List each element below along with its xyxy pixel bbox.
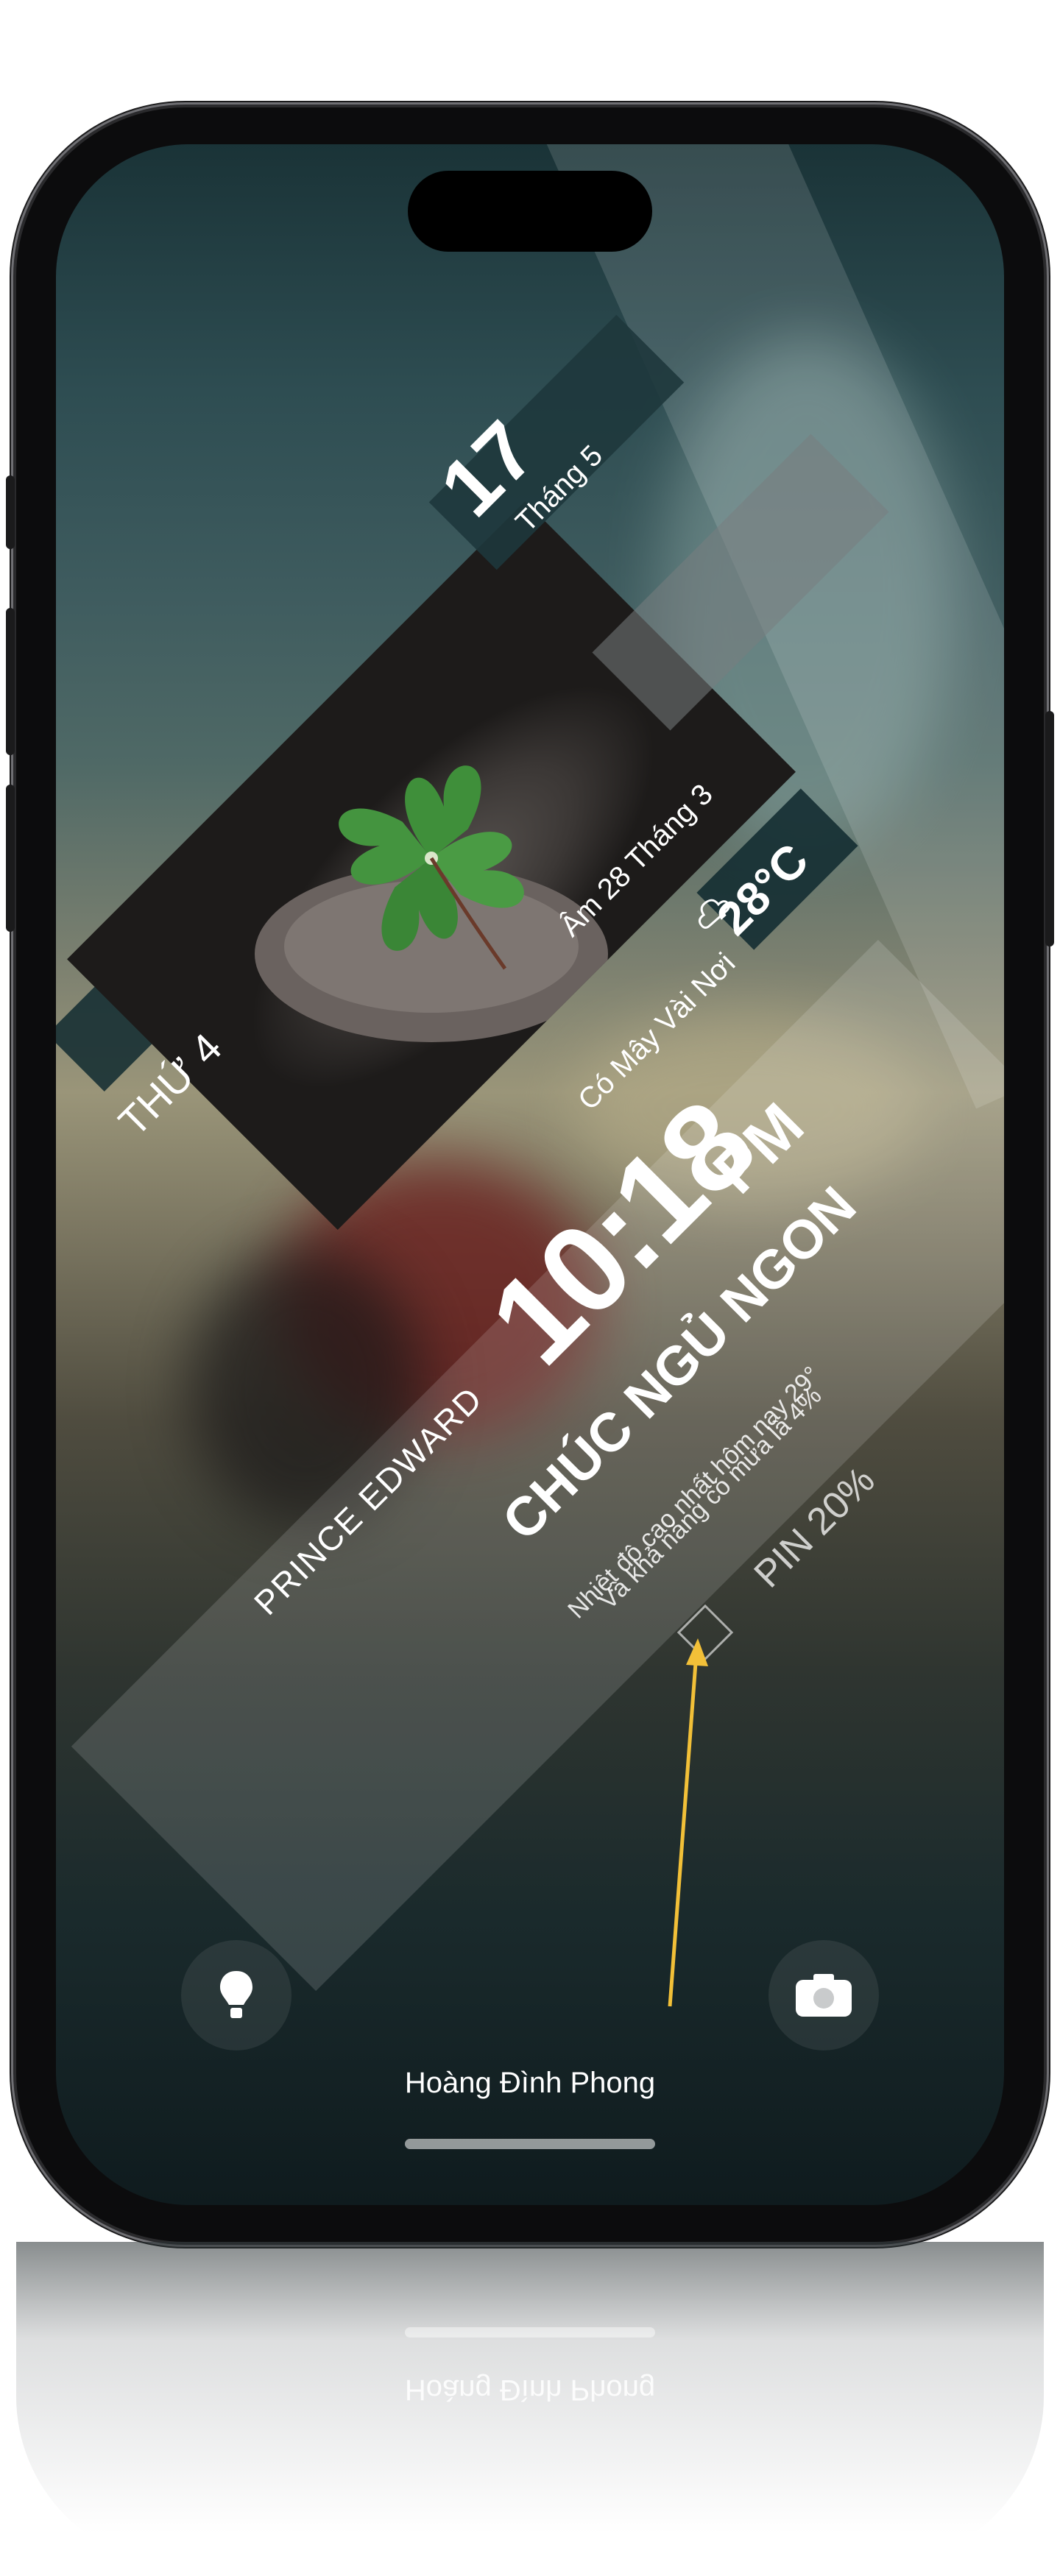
clover-illustration xyxy=(255,765,608,1042)
reflection-owner-name: Hoàng Đình Phong xyxy=(404,2374,656,2406)
volume-up-button[interactable] xyxy=(6,608,15,755)
decorative-grey-strip xyxy=(592,434,889,731)
home-indicator[interactable] xyxy=(405,2139,655,2149)
reflection-home-indicator xyxy=(405,2327,655,2338)
flashlight-icon xyxy=(220,1971,252,2018)
widget-layer: 17 Tháng 5 THỨ 4 Âm 28 Tháng 3 28°C Có M… xyxy=(56,144,1004,2205)
phone-reflection: Hoàng Đình Phong xyxy=(16,2242,1044,2566)
camera-button[interactable] xyxy=(768,1940,879,2050)
camera-icon xyxy=(796,1974,852,2017)
lock-screen: 17 Tháng 5 THỨ 4 Âm 28 Tháng 3 28°C Có M… xyxy=(56,144,1004,2205)
action-button[interactable] xyxy=(6,475,15,549)
dynamic-island xyxy=(408,171,652,252)
power-button[interactable] xyxy=(1045,711,1054,946)
phone-frame: 17 Tháng 5 THỨ 4 Âm 28 Tháng 3 28°C Có M… xyxy=(6,107,1054,2242)
flashlight-button[interactable] xyxy=(181,1940,292,2050)
owner-name: Hoàng Đình Phong xyxy=(404,2067,656,2099)
volume-down-button[interactable] xyxy=(6,785,15,932)
